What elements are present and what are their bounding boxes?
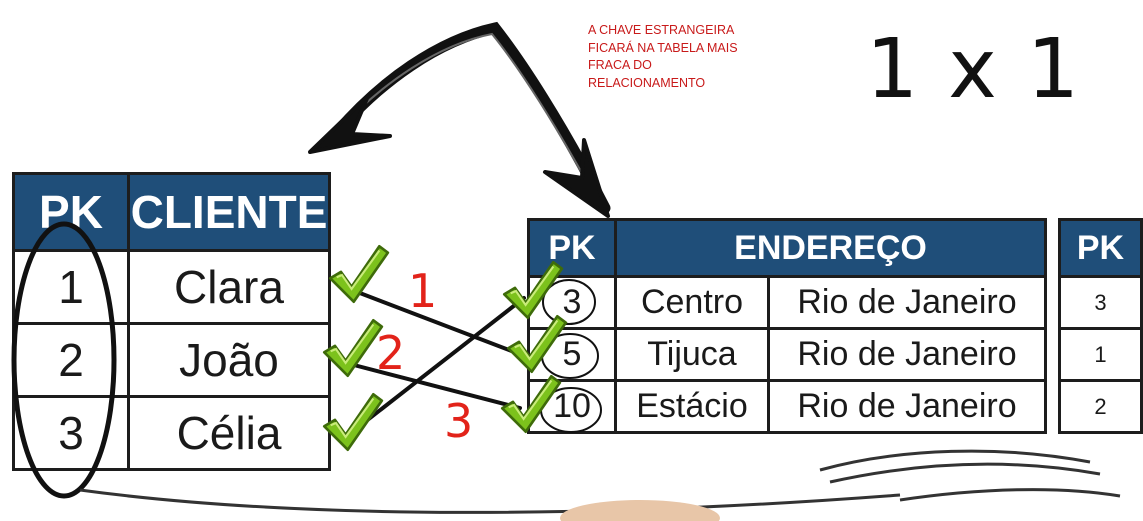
checkmark-icon — [328, 244, 390, 304]
checkmark-icon — [322, 318, 384, 378]
hand-shape — [560, 500, 720, 521]
pk-column-circle — [11, 221, 117, 499]
annotation-overlay — [11, 21, 1121, 521]
checkmark-icon — [502, 260, 564, 320]
checkmark-icon — [506, 314, 568, 374]
endereco-pk-circles — [540, 279, 602, 433]
checkmark-icon — [322, 392, 384, 452]
checkmark-icon — [500, 374, 562, 434]
curved-double-arrow — [308, 21, 611, 218]
